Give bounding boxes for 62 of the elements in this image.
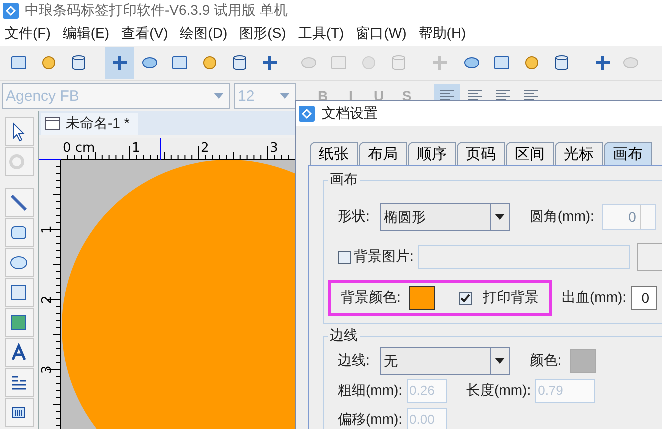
picture-icon-button[interactable] (4, 308, 34, 337)
color-swatch[interactable] (408, 286, 435, 310)
caret-icon (494, 214, 505, 220)
text-icon-button[interactable] (4, 338, 34, 367)
document-tab[interactable]: 未命名-1 * (41, 113, 138, 135)
tab[interactable]: 区间 (506, 142, 554, 165)
align-lines-icon (439, 90, 455, 102)
group-title: 边线 (328, 327, 360, 345)
menu-item[interactable]: 编辑(E) (62, 25, 110, 43)
checkbox-label: 打印背景 (482, 289, 539, 307)
field-label: 偏移(mm): (338, 410, 403, 428)
pointer-icon-button[interactable] (4, 117, 34, 146)
ellipse-icon-button[interactable] (4, 248, 34, 277)
image-path-field[interactable] (418, 245, 630, 269)
checkbox[interactable] (458, 292, 472, 304)
field-label: 粗细(mm): (338, 382, 403, 400)
field-label: 长度(mm): (466, 382, 532, 400)
window-icon (45, 116, 61, 132)
line-icon-button[interactable] (4, 188, 34, 217)
tab[interactable]: 顺序 (408, 142, 456, 165)
align-lines-icon (523, 90, 539, 102)
menu-item[interactable]: 窗口(W) (356, 25, 407, 43)
menu-item[interactable]: 图形(S) (240, 25, 286, 43)
field-label: 形状: (338, 208, 370, 226)
field-label: 圆角(mm): (530, 208, 594, 226)
menu-item[interactable]: 帮助(H) (418, 25, 466, 43)
checkbox[interactable] (338, 250, 351, 264)
caret-icon (280, 93, 290, 99)
menu-item[interactable]: 工具(T) (298, 25, 344, 43)
field-label: 颜色: (530, 352, 562, 370)
group-title: 画布 (328, 171, 360, 189)
shape-select[interactable]: 椭圆形 (380, 203, 510, 231)
tab[interactable]: 光标 (555, 142, 603, 165)
text-icon (9, 342, 29, 362)
caret-icon (214, 93, 224, 99)
border-select[interactable]: 无 (380, 347, 510, 375)
dialog-title: 文档设置 (322, 104, 378, 122)
color-swatch[interactable] (570, 349, 596, 373)
rich-text-icon-button[interactable] (4, 368, 34, 397)
checkbox-label: 背景图片: (354, 248, 414, 266)
menu-item[interactable]: 绘图(D) (180, 25, 228, 43)
align-lines-icon (495, 90, 511, 102)
field-label: 出血(mm): (562, 289, 627, 307)
window-title: 中琅条码标签打印软件-V6.3.9 试用版 单机 (25, 2, 288, 20)
app-logo-icon (299, 106, 315, 122)
caret-icon (494, 358, 505, 364)
field-label: 背景颜色: (341, 289, 401, 307)
tab[interactable]: 画布 (604, 142, 652, 165)
tab-label: 未命名-1 * (66, 115, 130, 133)
barcode-icon-button[interactable] (4, 398, 34, 427)
line-icon (9, 192, 29, 212)
rounded-rect-icon-button[interactable] (4, 218, 34, 247)
app-logo-icon (3, 3, 19, 19)
field-label: 边线: (338, 352, 370, 370)
align-lines-icon (467, 90, 483, 102)
picture-icon (9, 312, 29, 332)
menu-item[interactable]: 查看(V) (122, 25, 168, 43)
tab[interactable]: 纸张 (310, 142, 358, 165)
bleed-field[interactable]: 0 (630, 286, 657, 310)
tab[interactable]: 页码 (457, 142, 505, 165)
menu-item[interactable]: 文件(F) (5, 25, 51, 43)
tab[interactable]: 布局 (359, 142, 407, 165)
